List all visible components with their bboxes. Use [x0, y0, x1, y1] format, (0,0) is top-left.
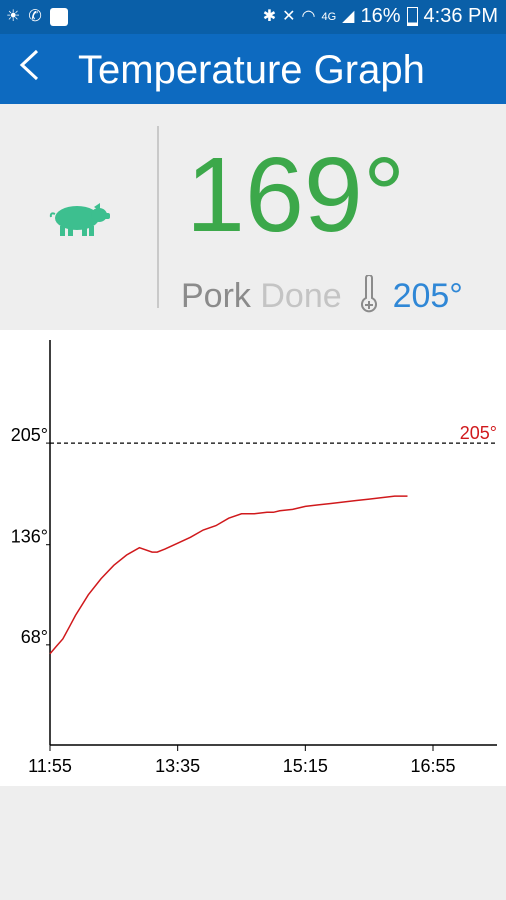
- signal-icon: ◢: [342, 7, 355, 25]
- y-tick-label: 205°: [11, 425, 48, 445]
- target-line-label: 205°: [460, 423, 497, 443]
- app-notification-icon: [49, 8, 68, 26]
- app-bar: Temperature Graph: [0, 34, 506, 104]
- clock: 4:36 PM: [423, 5, 498, 27]
- y-tick-label: 68°: [21, 627, 48, 647]
- meat-info: Pork Done 205°: [181, 274, 463, 318]
- mute-icon: ✕: [282, 7, 296, 25]
- current-temperature: 169°: [186, 136, 406, 254]
- wifi-icon: ◠: [301, 7, 316, 25]
- target-temperature: 205°: [392, 277, 463, 315]
- doneness-level: Done: [260, 277, 342, 315]
- y-tick-label: 136°: [11, 527, 48, 547]
- temperature-chart-svg: 11:55 13:35 15:15 16:55 205° 136° 68° 205°: [11, 340, 497, 776]
- temperature-chart: 11:55 13:35 15:15 16:55 205° 136° 68° 205°: [0, 330, 506, 786]
- x-tick-label: 15:15: [283, 756, 328, 776]
- temperature-summary: 169° Pork Done 205°: [0, 104, 506, 330]
- network-type: 4G: [321, 10, 337, 23]
- vertical-divider: [157, 126, 159, 308]
- wifi-call-icon: ✆: [28, 8, 42, 25]
- meat-type: Pork: [181, 277, 251, 315]
- x-tick-label: 13:35: [155, 756, 200, 776]
- status-bar: ☀ ✆ ✱ ✕ ◠ 4G ◢ 16% 4:36 PM: [0, 0, 506, 34]
- battery-percent: 16%: [360, 5, 401, 27]
- weather-icon: ☀: [6, 8, 21, 25]
- page-title: Temperature Graph: [78, 48, 425, 92]
- bluetooth-icon: ✱: [262, 7, 277, 25]
- pig-icon: [49, 203, 110, 236]
- back-chevron-icon[interactable]: [18, 48, 40, 91]
- temperature-series-line: [49, 495, 408, 655]
- thermometer-icon: [361, 275, 378, 313]
- battery-icon: [406, 7, 418, 26]
- x-tick-label: 11:55: [28, 756, 72, 776]
- x-tick-label: 16:55: [410, 756, 455, 776]
